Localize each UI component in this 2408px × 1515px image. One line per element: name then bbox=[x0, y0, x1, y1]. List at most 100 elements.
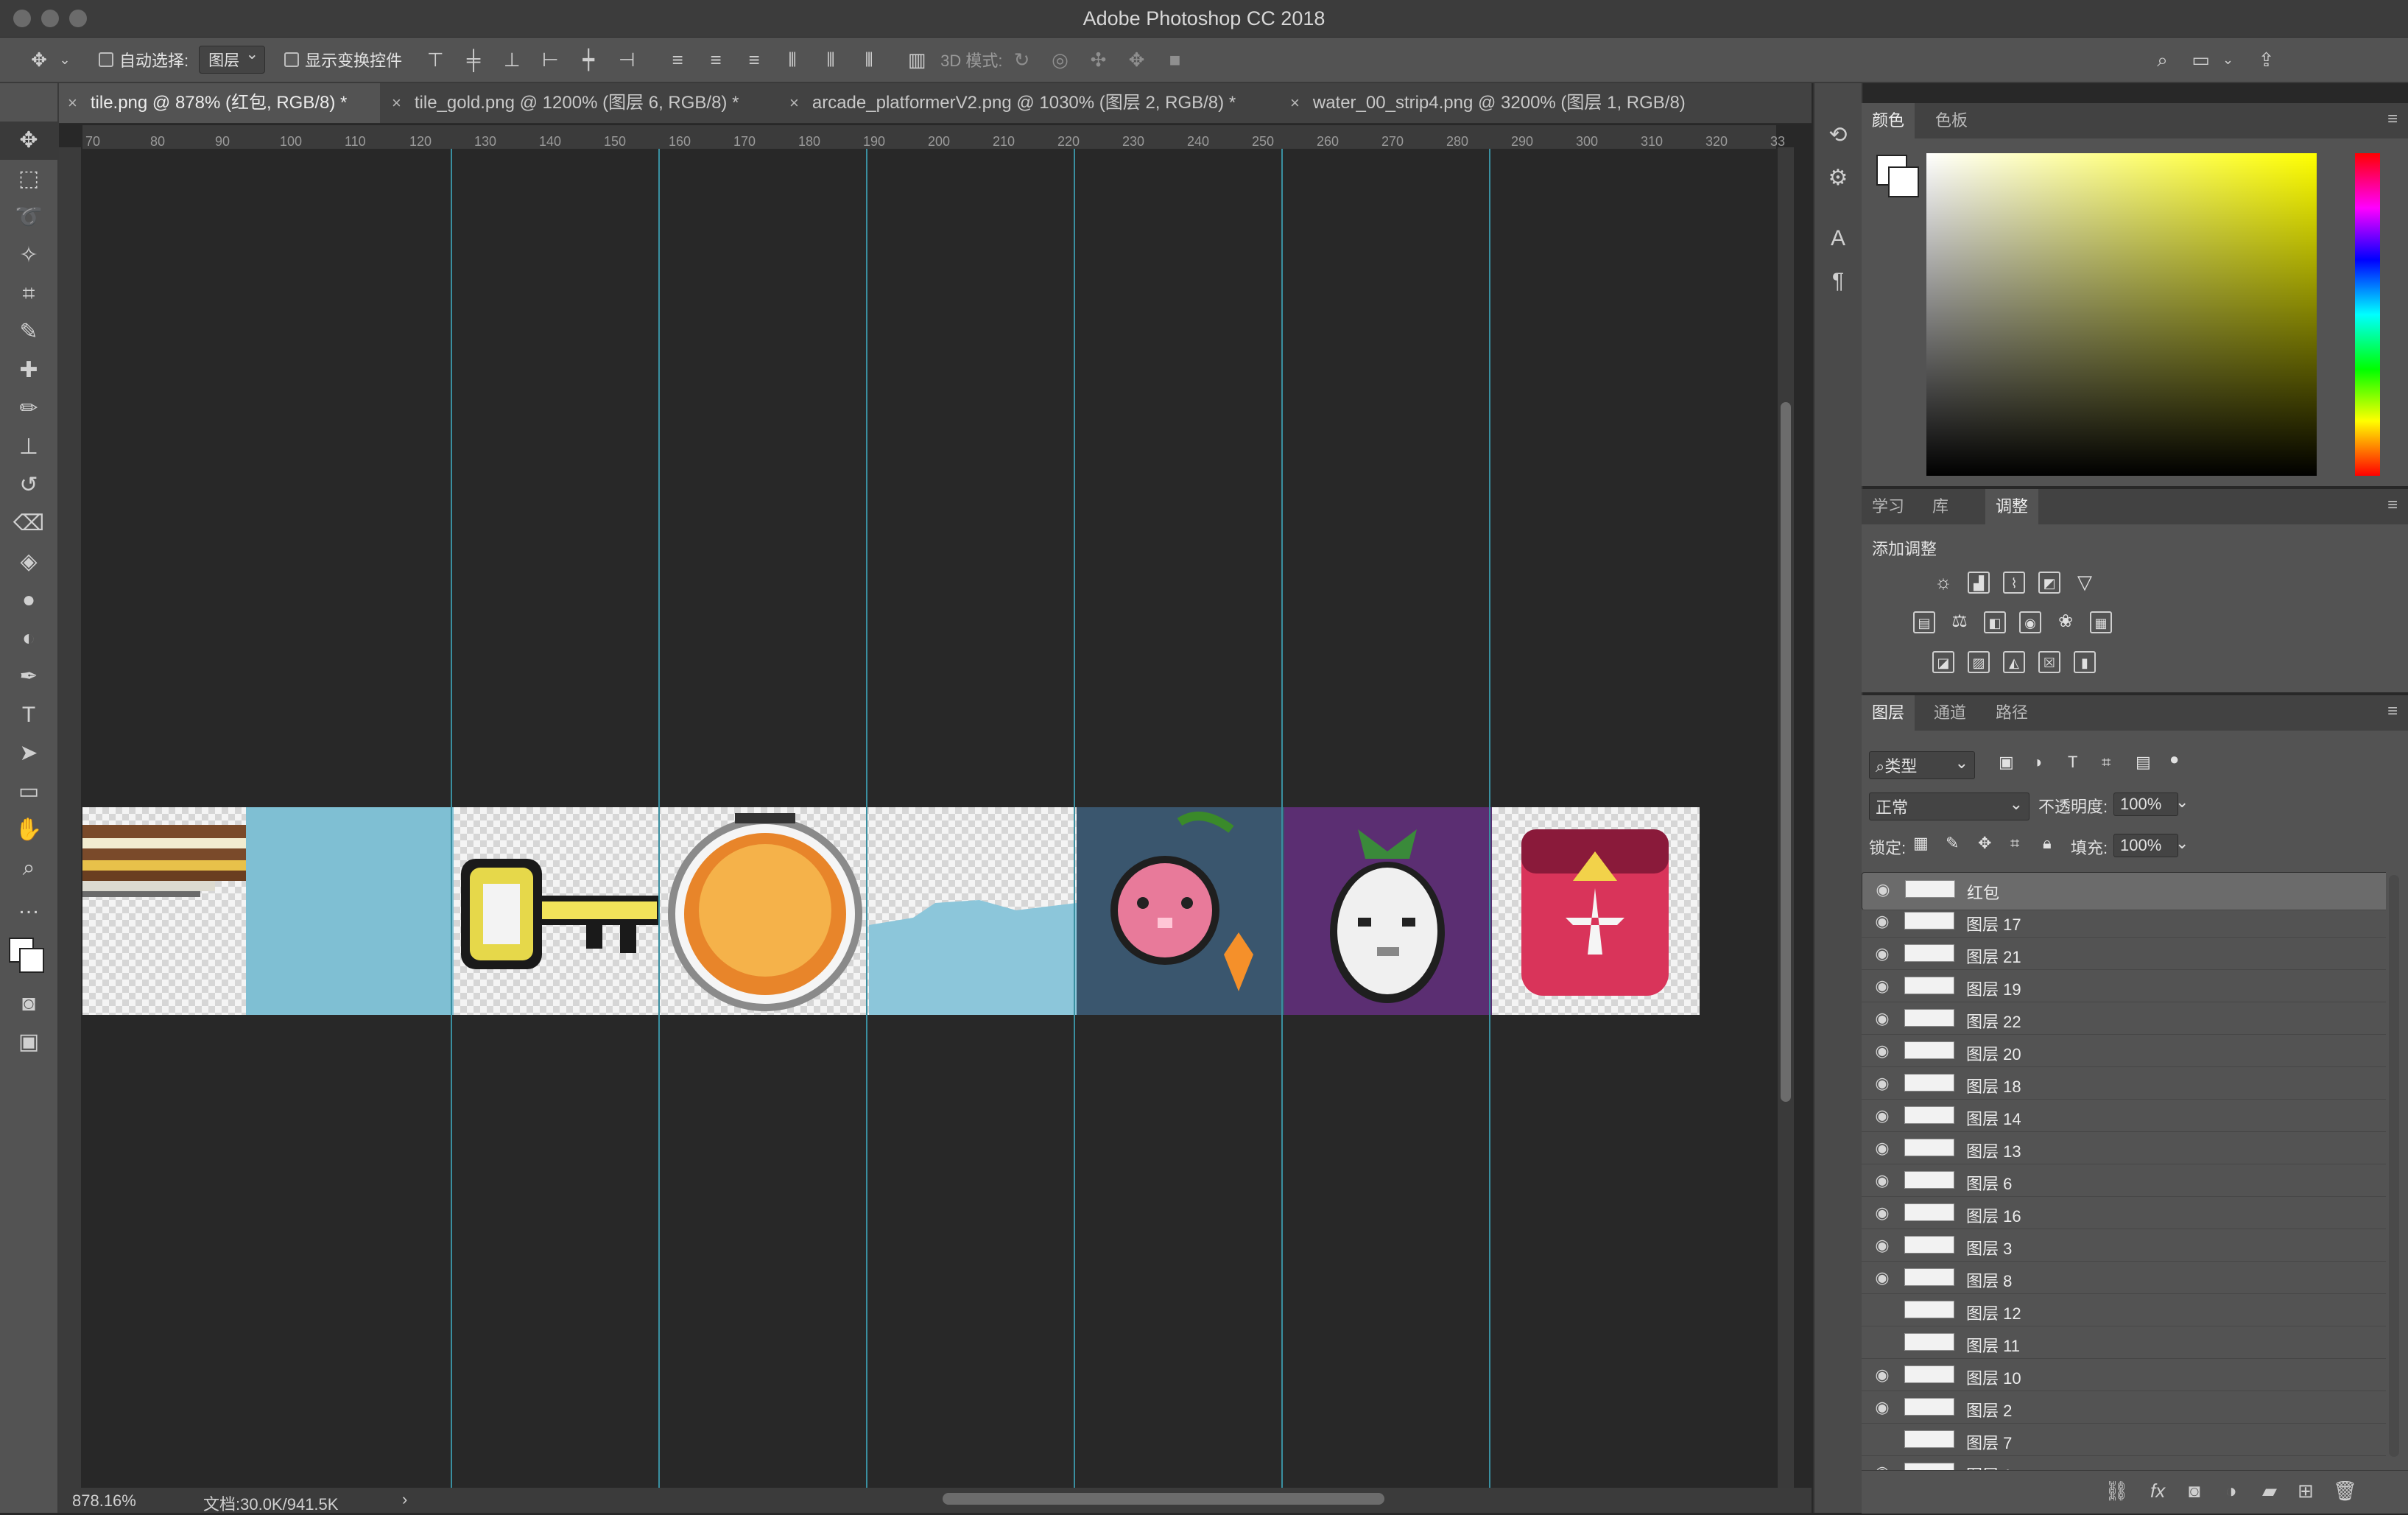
eyedropper-tool-button[interactable]: ✎ bbox=[0, 313, 57, 351]
layer-name[interactable]: 图层 2 bbox=[1966, 1398, 2012, 1421]
new-layer-icon[interactable]: ⊞ bbox=[2298, 1480, 2314, 1502]
eraser-tool-button[interactable]: ⌫ bbox=[0, 505, 57, 543]
3d-roll-icon[interactable]: ◎ bbox=[1049, 49, 1071, 71]
selective-color-icon[interactable]: ☒ bbox=[2038, 651, 2060, 673]
hue-slider[interactable] bbox=[2355, 153, 2380, 476]
layer-row[interactable]: ◉ 图层 16 bbox=[1862, 1196, 2386, 1229]
layer-name[interactable]: 图层 7 bbox=[1966, 1430, 2012, 1454]
tab-channels[interactable]: 通道 bbox=[1923, 695, 1976, 731]
delete-layer-icon[interactable]: 🗑︎ bbox=[2333, 1480, 2357, 1502]
show-transform-checkbox-box[interactable] bbox=[284, 52, 300, 67]
workspace-icon[interactable]: ▭ bbox=[2190, 49, 2212, 71]
filter-toggle-icon[interactable]: ● bbox=[2169, 750, 2179, 769]
panel-menu-icon[interactable]: ≡ bbox=[2387, 701, 2398, 722]
add-mask-icon[interactable]: ◙ bbox=[2189, 1480, 2200, 1502]
rectangle-tool-button[interactable]: ▭ bbox=[0, 773, 57, 811]
vibrance-icon[interactable]: ▽ bbox=[2074, 572, 2096, 594]
visibility-eye-icon[interactable]: ◉ bbox=[1872, 1041, 1893, 1060]
layer-style-icon[interactable]: fx bbox=[2150, 1480, 2165, 1502]
visibility-eye-icon[interactable]: ◉ bbox=[1873, 880, 1893, 899]
align-hcenter-icon[interactable]: ┿ bbox=[577, 49, 599, 71]
dodge-tool-button[interactable]: ◐ bbox=[0, 619, 57, 658]
distribute-left-icon[interactable]: ⫴ bbox=[781, 49, 803, 71]
distribute-top-icon[interactable]: ≡ bbox=[666, 49, 689, 71]
curves-icon[interactable]: ⌇ bbox=[2003, 572, 2025, 594]
blur-tool-button[interactable]: ● bbox=[0, 581, 57, 619]
new-adjustment-layer-icon[interactable]: ◑ bbox=[2225, 1480, 2237, 1502]
layer-name[interactable]: 图层 12 bbox=[1966, 1301, 2021, 1324]
brightness-icon[interactable]: ☼ bbox=[1932, 572, 1954, 594]
visibility-eye-icon[interactable]: ◉ bbox=[1872, 1365, 1893, 1384]
layer-name[interactable]: 图层 21 bbox=[1966, 944, 2021, 968]
layer-name[interactable]: 图层 11 bbox=[1966, 1333, 2020, 1357]
layer-row[interactable]: ◉ 图层 10 bbox=[1862, 1358, 2386, 1391]
threshold-icon[interactable]: ◭ bbox=[2003, 651, 2025, 673]
visibility-eye-icon[interactable] bbox=[1872, 1333, 1893, 1351]
visibility-eye-icon[interactable]: ◉ bbox=[1872, 1203, 1893, 1222]
vertical-ruler[interactable] bbox=[59, 147, 81, 1488]
paint-bucket-tool-button[interactable]: ◈ bbox=[0, 543, 57, 581]
vertical-scrollbar[interactable] bbox=[1778, 147, 1794, 1488]
guide-line[interactable] bbox=[1074, 149, 1075, 1488]
background-color-swatch[interactable] bbox=[19, 948, 44, 973]
search-icon[interactable]: ⌕ bbox=[2152, 49, 2174, 71]
healing-brush-tool-button[interactable]: ✚ bbox=[0, 351, 57, 390]
layer-row[interactable]: ◉ 图层 3 bbox=[1862, 1228, 2386, 1262]
layer-row[interactable]: ◉ 图层 21 bbox=[1862, 937, 2386, 970]
lock-pixels-icon[interactable]: ✎ bbox=[1946, 834, 1959, 853]
layer-row[interactable]: ◉ 图层 1 bbox=[1862, 1455, 2386, 1470]
tab-swatches[interactable]: 色板 bbox=[1925, 103, 1978, 138]
auto-select-checkbox[interactable]: 自动选择: bbox=[99, 48, 189, 71]
visibility-eye-icon[interactable] bbox=[1872, 1301, 1893, 1318]
hand-tool-button[interactable]: ✋ bbox=[0, 811, 57, 849]
visibility-eye-icon[interactable]: ◉ bbox=[1872, 1463, 1893, 1470]
move-tool-icon[interactable]: ✥ bbox=[28, 49, 50, 71]
panel-menu-icon[interactable]: ≡ bbox=[2387, 495, 2398, 516]
color-lookup-icon[interactable]: ▦ bbox=[2090, 611, 2112, 633]
visibility-eye-icon[interactable]: ◉ bbox=[1872, 1171, 1893, 1189]
zoom-level[interactable]: 878.16% bbox=[72, 1491, 136, 1511]
marquee-tool-button[interactable]: ⬚ bbox=[0, 160, 57, 198]
layer-name[interactable]: 图层 13 bbox=[1966, 1139, 2021, 1162]
posterize-icon[interactable]: ▨ bbox=[1968, 651, 1990, 673]
align-right-icon[interactable]: ⊣ bbox=[616, 49, 638, 71]
tab-paths[interactable]: 路径 bbox=[1985, 695, 2038, 731]
lasso-tool-button[interactable]: ➰ bbox=[0, 198, 57, 236]
crop-tool-button[interactable]: ⌗ bbox=[0, 275, 57, 313]
visibility-eye-icon[interactable]: ◉ bbox=[1872, 977, 1893, 995]
filter-type-icon[interactable]: T bbox=[2068, 753, 2077, 772]
quick-mask-button[interactable]: ◙ bbox=[0, 985, 57, 1023]
guide-line[interactable] bbox=[1489, 149, 1490, 1488]
document-canvas[interactable] bbox=[82, 149, 1776, 1488]
share-icon[interactable]: ⇪ bbox=[2256, 49, 2278, 71]
path-selection-tool-button[interactable]: ➤ bbox=[0, 734, 57, 773]
layer-name[interactable]: 红包 bbox=[1967, 880, 1999, 904]
pen-tool-button[interactable]: ✒ bbox=[0, 658, 57, 696]
visibility-eye-icon[interactable] bbox=[1872, 1430, 1893, 1448]
layer-row[interactable]: ◉ 图层 18 bbox=[1862, 1066, 2386, 1100]
layer-row[interactable]: ◉ 图层 19 bbox=[1862, 969, 2386, 1002]
layer-row[interactable]: 图层 12 bbox=[1862, 1293, 2386, 1326]
workspace-chevron-icon[interactable]: ⌄ bbox=[2217, 49, 2239, 71]
lock-all-icon[interactable]: 🔒︎ bbox=[2043, 834, 2052, 853]
tab-libraries[interactable]: 库 bbox=[1922, 489, 1959, 524]
layer-name[interactable]: 图层 1 bbox=[1966, 1463, 2012, 1470]
layer-row[interactable]: 图层 11 bbox=[1862, 1326, 2386, 1359]
distribute-bottom-icon[interactable]: ≡ bbox=[743, 49, 765, 71]
opacity-chevron-icon[interactable]: ⌄ bbox=[2175, 792, 2189, 812]
layer-row[interactable]: ◉ 图层 8 bbox=[1862, 1261, 2386, 1294]
visibility-eye-icon[interactable]: ◉ bbox=[1872, 912, 1893, 930]
align-top-icon[interactable]: ⊤ bbox=[424, 49, 446, 71]
tab-tile-gold[interactable]: × tile_gold.png @ 1200% (图层 6, RGB/8) * bbox=[383, 83, 739, 123]
lock-transparent-icon[interactable]: ▦ bbox=[1913, 834, 1929, 853]
visibility-eye-icon[interactable]: ◉ bbox=[1872, 1106, 1893, 1125]
link-layers-icon[interactable]: ⛓ bbox=[2105, 1480, 2129, 1502]
brush-tool-button[interactable]: ✏ bbox=[0, 390, 57, 428]
filter-shape-icon[interactable]: ⌗ bbox=[2102, 753, 2110, 772]
color-picker-field[interactable] bbox=[1926, 153, 2317, 476]
align-bottom-icon[interactable]: ⊥ bbox=[501, 49, 523, 71]
tab-tile[interactable]: × tile.png @ 878% (红包, RGB/8) * bbox=[59, 83, 380, 123]
layer-row[interactable]: 图层 7 bbox=[1862, 1423, 2386, 1456]
status-arrow-icon[interactable]: › bbox=[402, 1490, 407, 1509]
clone-stamp-tool-button[interactable]: ⊥ bbox=[0, 428, 57, 466]
